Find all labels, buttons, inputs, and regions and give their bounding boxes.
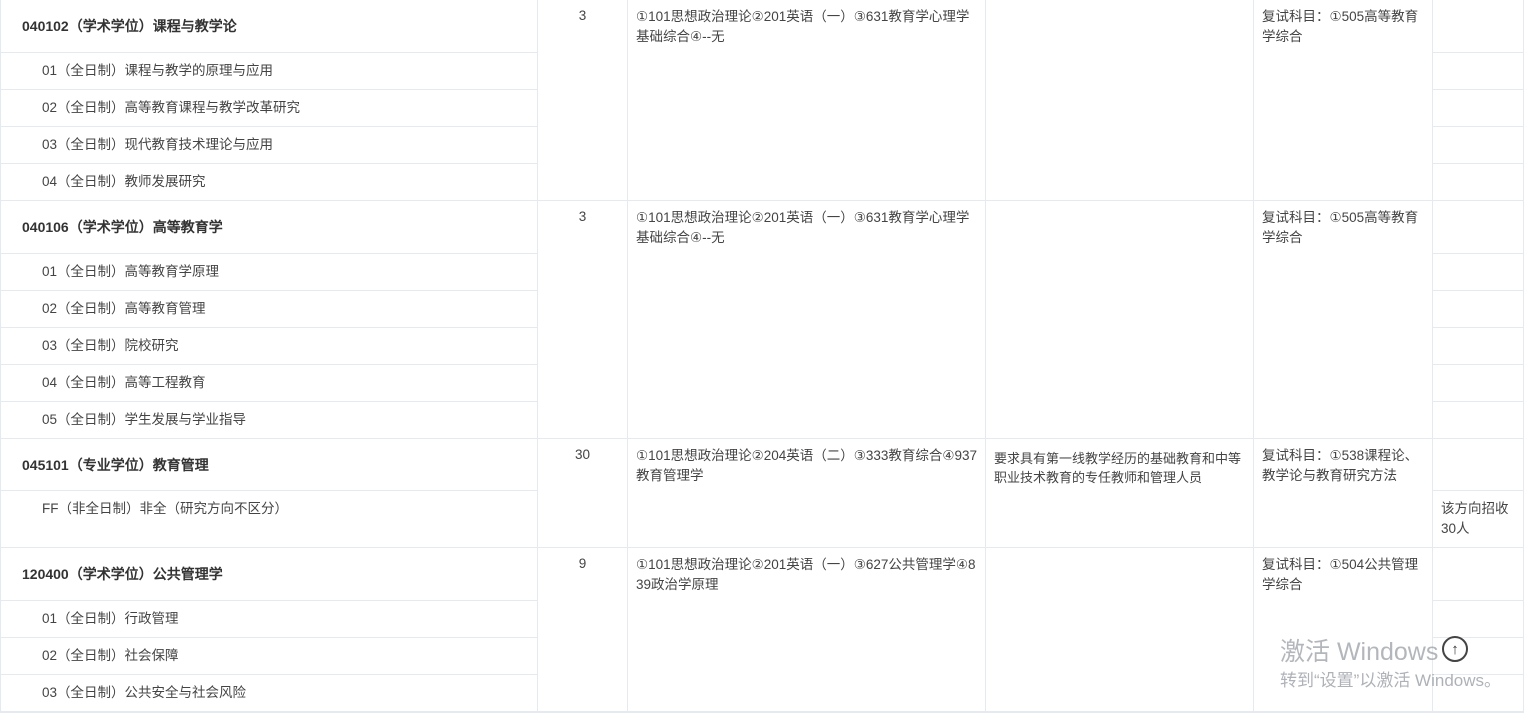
- enrollment-count: 3: [538, 201, 628, 439]
- note-cell: [1433, 291, 1524, 328]
- requirements: [986, 548, 1254, 712]
- admissions-table: 040102（学术学位）课程与教学论 01（全日制）课程与教学的原理与应用 02…: [0, 0, 1527, 717]
- requirements: [986, 0, 1254, 201]
- direction-item: FF（非全日制）非全（研究方向不区分）: [0, 491, 538, 548]
- direction-note: 该方向招收30人: [1433, 491, 1524, 548]
- direction-item: 02（全日制）高等教育课程与教学改革研究: [0, 90, 538, 127]
- note-cell: [1433, 53, 1524, 90]
- windows-activation-subtitle: 转到“设置”以激活 Windows。: [1280, 671, 1502, 690]
- direction-item: 02（全日制）高等教育管理: [0, 291, 538, 328]
- note-cell: [1433, 127, 1524, 164]
- enrollment-count: 30: [538, 439, 628, 548]
- direction-item: 01（全日制）高等教育学原理: [0, 254, 538, 291]
- note-cell: [1433, 601, 1524, 638]
- direction-item: 03（全日制）院校研究: [0, 328, 538, 365]
- note-cell: [1433, 254, 1524, 291]
- note-cell: [1433, 439, 1524, 491]
- arrow-up-circle-icon[interactable]: ↑: [1442, 636, 1468, 662]
- note-cell: [1433, 201, 1524, 254]
- note-cell: [1433, 164, 1524, 201]
- direction-item: 01（全日制）课程与教学的原理与应用: [0, 53, 538, 90]
- note-cell: [1433, 90, 1524, 127]
- major-title: 120400（学术学位）公共管理学: [0, 548, 538, 601]
- direction-item: 04（全日制）教师发展研究: [0, 164, 538, 201]
- exam-subjects: ①101思想政治理论②201英语（一）③631教育学心理学基础综合④--无: [628, 0, 986, 201]
- retest-subjects: 复试科目：①538课程论、教学论与教育研究方法: [1254, 439, 1433, 548]
- note-cell: [1433, 365, 1524, 402]
- direction-item: 04（全日制）高等工程教育: [0, 365, 538, 402]
- retest-subjects: 复试科目：①505高等教育学综合: [1254, 0, 1433, 201]
- requirements: 要求具有第一线教学经历的基础教育和中等职业技术教育的专任教师和管理人员: [986, 439, 1254, 548]
- major-title: 040102（学术学位）课程与教学论: [0, 0, 538, 53]
- enrollment-count: 9: [538, 548, 628, 712]
- exam-subjects: ①101思想政治理论②204英语（二）③333教育综合④937教育管理学: [628, 439, 986, 548]
- note-cell: [1433, 0, 1524, 53]
- retest-subjects: 复试科目：①505高等教育学综合: [1254, 201, 1433, 439]
- note-cell: [1433, 328, 1524, 365]
- major-title: 040106（学术学位）高等教育学: [0, 201, 538, 254]
- note-cell: [1433, 548, 1524, 601]
- direction-item: 02（全日制）社会保障: [0, 638, 538, 675]
- direction-item: 01（全日制）行政管理: [0, 601, 538, 638]
- exam-subjects: ①101思想政治理论②201英语（一）③627公共管理学④839政治学原理: [628, 548, 986, 712]
- direction-item: 03（全日制）现代教育技术理论与应用: [0, 127, 538, 164]
- note-cell: [1433, 402, 1524, 439]
- requirements: [986, 201, 1254, 439]
- windows-activation-title: 激活 Windows: [1280, 638, 1439, 666]
- enrollment-count: 3: [538, 0, 628, 201]
- exam-subjects: ①101思想政治理论②201英语（一）③631教育学心理学基础综合④--无: [628, 201, 986, 439]
- direction-item: 03（全日制）公共安全与社会风险: [0, 675, 538, 712]
- major-title: 045101（专业学位）教育管理: [0, 439, 538, 491]
- direction-item: 05（全日制）学生发展与学业指导: [0, 402, 538, 439]
